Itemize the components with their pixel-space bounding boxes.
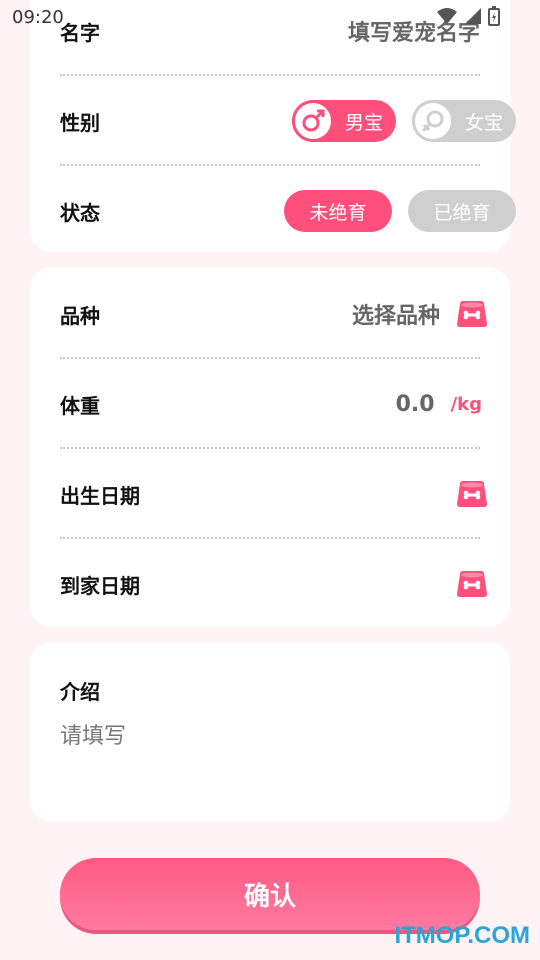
gender-option-female[interactable]: 女宝 — [412, 100, 516, 142]
weight-row[interactable]: 体重 0.0 /kg — [60, 359, 482, 449]
signal-icon — [465, 8, 481, 24]
arrive-date-label: 到家日期 — [60, 573, 140, 598]
status-icons — [436, 6, 500, 26]
breed-row[interactable]: 品种 选择品种 — [60, 269, 487, 359]
details-card: 品种 选择品种 体重 0.0 /kg 出生日期 到家日期 — [30, 267, 510, 627]
female-icon — [412, 100, 454, 142]
status-options: 未绝育 已绝育 — [284, 190, 516, 232]
status-time: 09:20 — [12, 7, 64, 28]
weight-value[interactable]: 0.0 — [396, 392, 435, 417]
status-option-neutered[interactable]: 已绝育 — [408, 190, 516, 232]
status-option-not-neutered[interactable]: 未绝育 — [284, 190, 392, 232]
wifi-icon — [437, 8, 457, 24]
watermark: ITMOP.COM — [394, 922, 530, 949]
status-row: 状态 未绝育 已绝育 — [60, 166, 516, 256]
weight-value-group: 0.0 /kg — [396, 392, 482, 417]
gender-option-female-label: 女宝 — [464, 111, 503, 134]
pet-bowl-icon — [457, 301, 487, 327]
male-icon — [292, 100, 334, 142]
pet-bowl-icon — [457, 481, 487, 507]
gender-options: 男宝 女宝 — [292, 100, 516, 142]
birth-date-row[interactable]: 出生日期 — [60, 449, 487, 539]
breed-label: 品种 — [60, 303, 100, 328]
birth-date-label: 出生日期 — [60, 483, 140, 508]
confirm-button[interactable]: 确认 — [60, 858, 480, 930]
breed-value: 选择品种 — [351, 304, 440, 329]
gender-label: 性别 — [60, 110, 100, 135]
intro-label: 介绍 — [60, 680, 100, 704]
weight-unit: /kg — [450, 393, 482, 415]
intro-input[interactable] — [60, 716, 480, 756]
pet-bowl-icon — [457, 571, 487, 597]
weight-label: 体重 — [60, 393, 100, 418]
gender-row: 性别 男宝 女宝 — [60, 76, 516, 166]
battery-icon — [488, 6, 500, 26]
basic-info-card: 名字 填写爱宠名字 性别 男宝 女宝 状态 未绝育 已绝育 — [30, 0, 516, 252]
gender-option-male-label: 男宝 — [344, 111, 383, 134]
gender-option-male[interactable]: 男宝 — [292, 100, 396, 142]
intro-card: 介绍 — [30, 642, 510, 822]
arrive-date-row[interactable]: 到家日期 — [60, 539, 487, 629]
status-bar: 09:20 — [0, 0, 540, 34]
breed-value-group: 选择品种 — [352, 298, 488, 330]
status-label: 状态 — [60, 200, 100, 225]
